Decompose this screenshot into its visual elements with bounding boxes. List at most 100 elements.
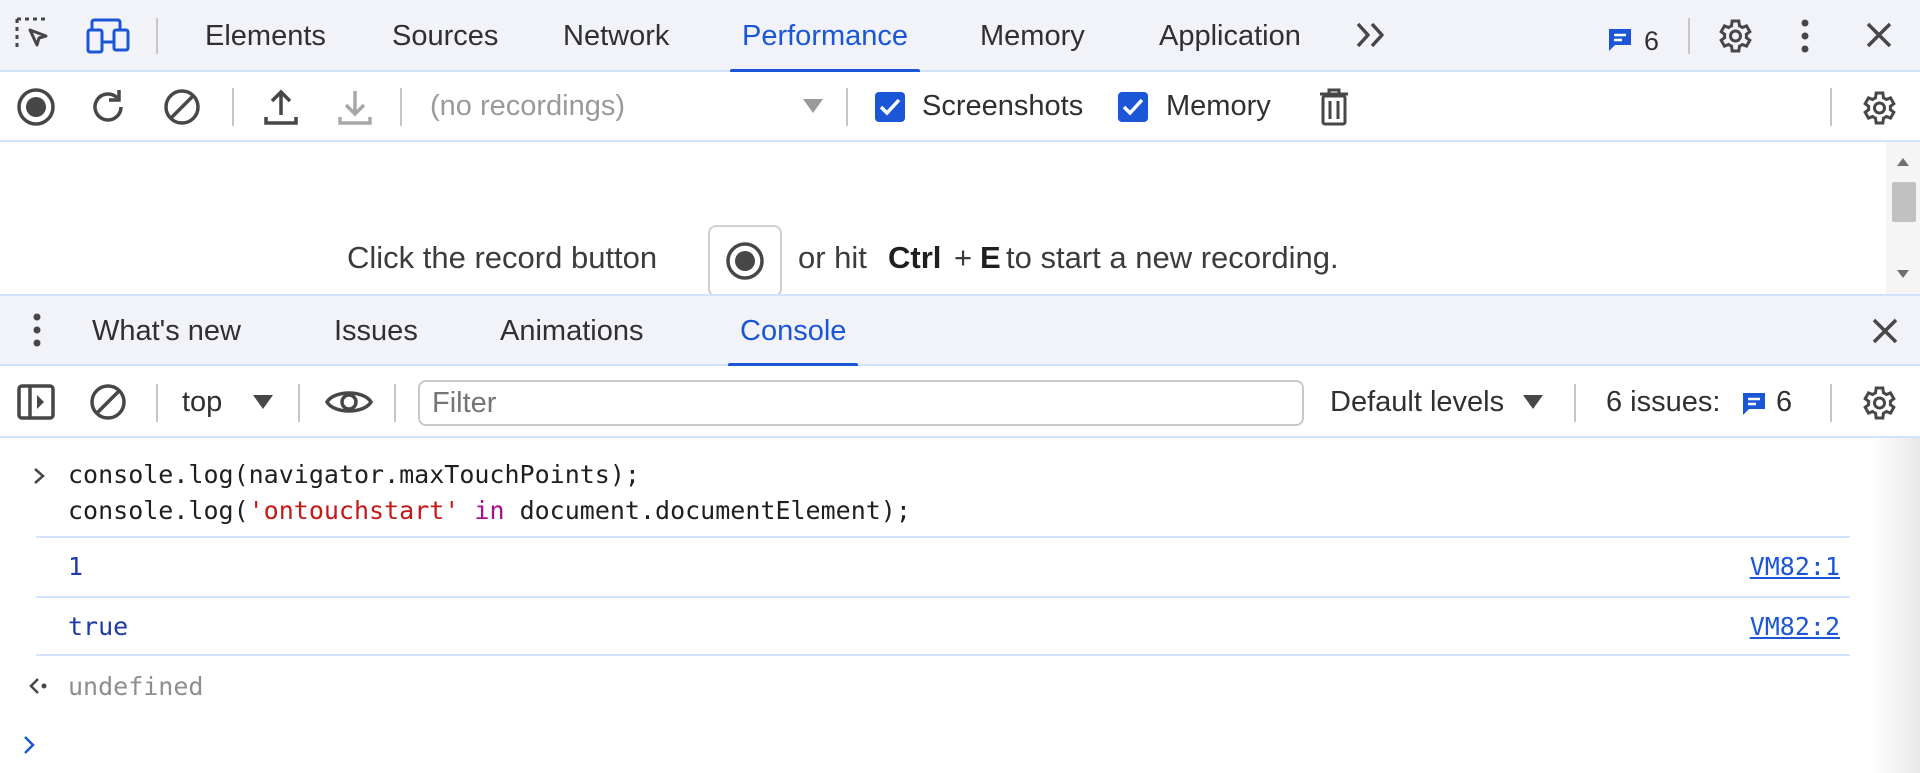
drawer-tab-whats-new[interactable]: What's new [92, 296, 241, 366]
toolbar-separator [1830, 88, 1832, 126]
tab-memory[interactable]: Memory [980, 0, 1085, 72]
console-prompt-input[interactable] [56, 728, 1846, 764]
tab-label: Performance [742, 19, 909, 52]
console-output-2: true [68, 612, 129, 641]
tab-label: Console [740, 314, 847, 347]
issues-message-icon[interactable] [1740, 390, 1768, 418]
clear-console-icon[interactable] [88, 382, 128, 422]
memory-checkbox[interactable] [1118, 92, 1148, 122]
tab-label: What's new [92, 314, 241, 347]
tab-performance[interactable]: Performance [729, 0, 921, 73]
recordings-select[interactable]: (no recordings) [430, 90, 625, 123]
performance-toolbar: (no recordings) Screenshots Memory [0, 72, 1920, 142]
memory-label: Memory [1166, 90, 1271, 122]
input-prompt-chevron-icon [32, 466, 48, 486]
scrollbar-arrows-icon [1892, 158, 1916, 278]
context-dropdown-arrow-icon[interactable] [252, 394, 274, 410]
code-keyword: in [474, 496, 505, 525]
tab-bar-separator [1688, 18, 1690, 54]
more-tabs-chevron-icon[interactable] [1354, 20, 1388, 50]
tab-bar-separator [156, 18, 158, 54]
toolbar-separator [394, 384, 396, 422]
device-toolbar-icon[interactable] [86, 16, 132, 54]
issues-count[interactable]: 6 [1644, 26, 1659, 57]
reload-record-icon[interactable] [88, 87, 128, 127]
console-result-value: undefined [68, 672, 204, 701]
context-selector[interactable]: top [182, 386, 222, 419]
code-text: console.log( [68, 496, 249, 525]
issues-count[interactable]: 6 [1776, 386, 1792, 419]
close-devtools-icon[interactable] [1864, 20, 1894, 50]
tab-label: Sources [392, 19, 499, 52]
console-settings-gear-icon[interactable] [1858, 383, 1898, 423]
toolbar-separator [232, 88, 234, 126]
toolbar-separator [400, 88, 402, 126]
recordings-dropdown-arrow-icon[interactable] [802, 98, 824, 114]
tab-label: Issues [334, 314, 418, 347]
landing-record-button[interactable] [708, 225, 782, 297]
tab-network[interactable]: Network [563, 0, 669, 72]
main-tab-bar: Elements Sources Network Performance Mem… [0, 0, 1920, 73]
console-input-line-1[interactable]: console.log(navigator.maxTouchPoints); [68, 460, 640, 489]
clear-icon[interactable] [162, 87, 202, 127]
upload-profile-icon[interactable] [262, 87, 300, 127]
landing-plus-text: + [954, 240, 973, 275]
drawer-tab-bar: What's new Issues Animations Console [0, 294, 1920, 367]
log-levels-dropdown[interactable]: Default levels [1330, 386, 1504, 419]
drawer-tab-issues[interactable]: Issues [334, 296, 418, 366]
capture-settings-gear-icon[interactable] [1858, 88, 1898, 128]
console-output-1: 1 [68, 552, 84, 581]
close-drawer-icon[interactable] [1870, 316, 1900, 346]
drawer-tab-console[interactable]: Console [727, 296, 859, 367]
screenshots-checkbox[interactable] [875, 92, 905, 122]
tab-label: Memory [980, 19, 1085, 52]
tab-label: Network [563, 19, 670, 52]
right-edge-shadow [1870, 438, 1920, 773]
source-link-vm82-2[interactable]: VM82:2 [1750, 612, 1840, 641]
drawer-tab-animations[interactable]: Animations [500, 296, 643, 366]
more-options-icon[interactable] [1798, 16, 1812, 56]
tab-sources[interactable]: Sources [392, 0, 498, 72]
tab-application[interactable]: Application [1159, 0, 1301, 72]
tab-label: Application [1159, 19, 1301, 52]
toolbar-separator [846, 88, 848, 126]
code-text: console.log(navigator.maxTouchPoints); [68, 460, 640, 489]
console-prompt-chevron-icon[interactable] [22, 734, 38, 756]
issues-label[interactable]: 6 issues: [1606, 386, 1720, 419]
result-return-arrow-icon [28, 676, 50, 696]
console-row-separator [36, 654, 1850, 656]
collect-garbage-trash-icon[interactable] [1318, 87, 1350, 127]
record-icon [726, 242, 764, 280]
record-icon[interactable] [16, 87, 56, 127]
toolbar-separator [298, 384, 300, 422]
drawer-menu-icon[interactable] [30, 310, 44, 350]
tab-elements[interactable]: Elements [205, 0, 326, 72]
landing-key-e: E [980, 240, 1001, 275]
issues-message-icon[interactable] [1606, 26, 1634, 54]
toolbar-separator [156, 384, 158, 422]
screenshots-label: Screenshots [922, 90, 1084, 122]
landing-middle-text: or hit [798, 240, 867, 275]
console-input-line-2[interactable]: console.log('ontouchstart' in document.d… [68, 496, 911, 525]
landing-suffix-text: to start a new recording. [1006, 240, 1339, 275]
settings-gear-icon[interactable] [1714, 16, 1754, 56]
console-row-separator [36, 596, 1850, 598]
download-profile-icon [336, 87, 374, 127]
inspect-element-icon[interactable] [14, 16, 54, 54]
console-row-separator [36, 536, 1850, 538]
source-link-vm82-1[interactable]: VM82:1 [1750, 552, 1840, 581]
code-string: 'ontouchstart' [248, 496, 460, 525]
tab-label: Animations [500, 314, 644, 347]
landing-scrollbar[interactable] [1886, 142, 1920, 294]
live-expression-eye-icon[interactable] [324, 384, 374, 420]
toolbar-separator [1830, 384, 1832, 422]
console-filter-input[interactable] [418, 380, 1304, 426]
tab-label: Elements [205, 19, 326, 52]
code-text: document.documentElement); [504, 496, 911, 525]
show-sidebar-icon[interactable] [16, 382, 56, 422]
landing-prefix-text: Click the record button [347, 240, 658, 275]
landing-key-ctrl: Ctrl [888, 240, 942, 275]
toolbar-separator [1574, 384, 1576, 422]
levels-dropdown-arrow-icon[interactable] [1522, 394, 1544, 410]
